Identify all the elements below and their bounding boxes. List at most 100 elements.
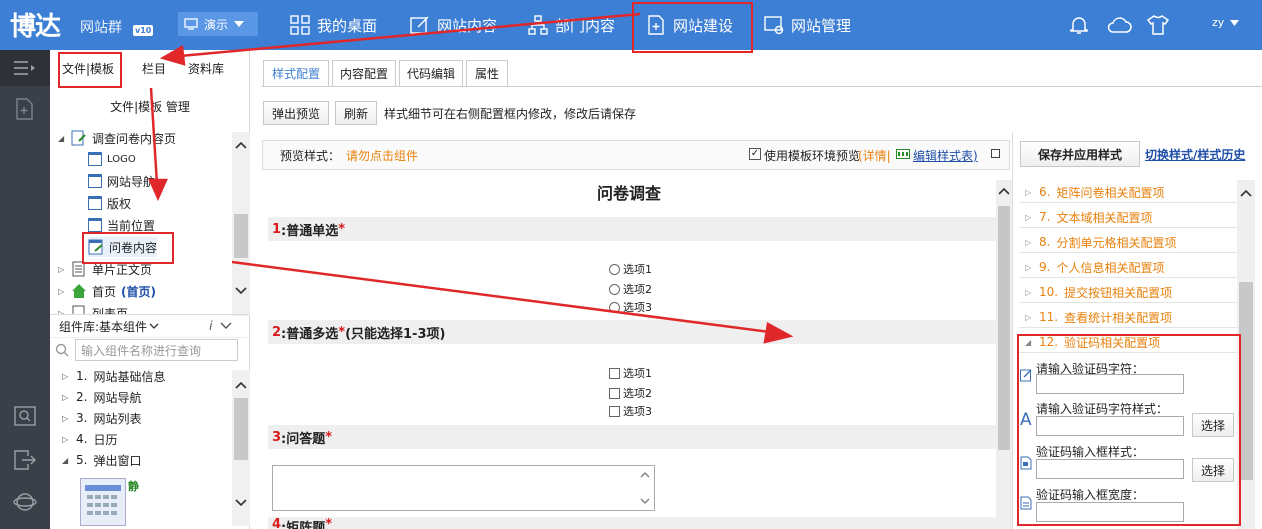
highlight-box-tree-node (82, 232, 174, 264)
tab-content-config[interactable]: 内容配置 (332, 60, 396, 87)
tree-node-logo[interactable]: LOGO (88, 149, 136, 169)
tab-library[interactable]: 资料库 (188, 60, 224, 77)
collapsed-triangle-icon: ▷ (1025, 212, 1032, 222)
export-icon[interactable] (14, 450, 36, 470)
question-number: 4 (272, 517, 282, 529)
tab-column[interactable]: 栏目 (142, 60, 166, 77)
radio-button[interactable] (609, 263, 620, 275)
component-page-icon (88, 152, 102, 166)
option-label: 选项2 (623, 283, 652, 296)
bell-icon[interactable] (1068, 14, 1090, 36)
new-page-icon[interactable] (15, 98, 35, 120)
radio-option[interactable]: 选项2 (609, 281, 652, 297)
tree-node-survey-page[interactable]: ◢ 调查问卷内容页 (58, 128, 176, 148)
nav-site-content[interactable]: 网站内容 (410, 0, 497, 50)
checkbox[interactable] (609, 405, 620, 417)
checkbox-option[interactable]: 选项3 (609, 403, 652, 419)
answer-textarea[interactable] (272, 465, 655, 511)
site-selector[interactable]: 演示 (178, 12, 258, 36)
option-label: 选项1 (623, 367, 652, 380)
preview-search-icon[interactable] (14, 406, 36, 426)
search-icon (55, 343, 69, 357)
shirt-icon[interactable] (1146, 14, 1170, 36)
checkbox[interactable] (609, 367, 620, 379)
config-item-personal-info[interactable]: ▷ 9. 个人信息相关配置项 (1019, 257, 1237, 278)
chevron-down-icon[interactable] (234, 286, 248, 296)
required-star: * (338, 221, 346, 237)
cloud-icon[interactable] (1106, 14, 1132, 36)
chevron-up-icon[interactable] (234, 380, 248, 390)
tree-node-copyright[interactable]: 版权 (88, 193, 131, 213)
switch-style-history-link[interactable]: 切换样式/样式历史 (1145, 146, 1245, 163)
config-label: 查看统计相关配置项 (1064, 310, 1173, 325)
component-lib-value: 基本组件 (99, 319, 148, 334)
tab-properties[interactable]: 属性 (466, 60, 508, 87)
chevron-up-icon[interactable] (1239, 188, 1253, 198)
sync-icon[interactable] (13, 490, 37, 514)
config-item-submit-button[interactable]: ▷ 10. 提交按钮相关配置项 (1019, 282, 1237, 303)
save-apply-style-button[interactable]: 保存并应用样式 (1020, 141, 1140, 167)
chevron-down-icon[interactable] (220, 322, 232, 330)
nav-label: 我的桌面 (317, 16, 378, 35)
thumbnail-grid-icon (85, 485, 121, 515)
checkbox-option[interactable]: 选项1 (609, 365, 652, 381)
nav-my-desktop[interactable]: 我的桌面 (290, 0, 377, 50)
info-icon[interactable]: i (209, 319, 212, 333)
chevron-down-icon[interactable] (234, 498, 248, 508)
left-panel-title: 文件|模板 管理 (110, 100, 190, 114)
radio-option[interactable]: 选项3 (609, 299, 652, 315)
component-scrollbar-thumb[interactable] (234, 398, 248, 460)
config-item-split-cell[interactable]: ▷ 8. 分割单元格相关配置项 (1019, 232, 1237, 253)
template-tree: ◢ 调查问卷内容页 LOGO 网站导航 版权 当前位置 问卷内容 ▷ 单片正文页… (50, 124, 232, 314)
chevron-up-icon[interactable] (234, 140, 248, 150)
tree-node-list-page[interactable]: ▷ 列表页 (58, 303, 128, 314)
textarea-scroll-arrows-icon[interactable] (639, 470, 651, 506)
maximize-icon[interactable] (991, 149, 1000, 158)
radio-option[interactable]: 选项1 (609, 261, 652, 277)
config-label: 提交按钮相关配置项 (1064, 285, 1173, 300)
nav-label: 部门内容 (555, 16, 616, 35)
brand-subtitle: 网站群 (80, 20, 122, 36)
component-item[interactable]: ▷ 1. 网站基础信息 (62, 366, 165, 386)
component-item[interactable]: ▷ 2. 网站导航 (62, 387, 141, 407)
survey-scrollbar-thumb[interactable] (998, 206, 1010, 450)
component-label: 网站基础信息 (93, 369, 166, 384)
config-item-view-stats[interactable]: ▷ 11. 查看统计相关配置项 (1019, 307, 1237, 328)
component-item[interactable]: ◢ 5. 弹出窗口 (62, 450, 141, 470)
config-scrollbar-thumb[interactable] (1239, 282, 1253, 480)
question-1-header: 1:普通单选 * (268, 217, 996, 241)
chevron-up-icon[interactable] (998, 186, 1010, 196)
tree-label: 首页 (92, 284, 117, 299)
collapsed-triangle-icon: ▷ (62, 413, 69, 423)
component-item[interactable]: ▷ 3. 网站列表 (62, 408, 141, 428)
popup-window-thumbnail[interactable] (80, 478, 126, 526)
details-link[interactable]: (详情| (858, 147, 891, 164)
option-label: 选项3 (623, 405, 652, 418)
component-item[interactable]: ▷ 4. 日历 (62, 429, 117, 449)
tree-label-suffix: (首页) (121, 284, 156, 299)
tab-style-config[interactable]: 样式配置 (263, 60, 329, 87)
edit-stylesheet-link[interactable]: 编辑样式表) (913, 147, 978, 164)
config-item-matrix[interactable]: ▷ 6. 矩阵问卷相关配置项 (1019, 182, 1237, 203)
tree-node-home[interactable]: ▷ 首页 (首页) (58, 281, 156, 301)
nav-site-manage[interactable]: 网站管理 (764, 0, 851, 50)
component-lib-bar[interactable]: 组件库: 基本组件 i (50, 314, 250, 338)
checkbox[interactable] (609, 387, 620, 399)
nav-dept-content[interactable]: 部门内容 (528, 0, 615, 50)
collapse-menu-icon[interactable] (13, 60, 37, 76)
tab-code-edit[interactable]: 代码编辑 (399, 60, 463, 87)
checkbox-option[interactable]: 选项2 (609, 385, 652, 401)
tree-node-nav[interactable]: 网站导航 (88, 171, 155, 191)
use-template-env-checkbox[interactable]: ✓ (749, 148, 761, 160)
component-search-input[interactable]: 输入组件名称进行查询 (75, 339, 238, 361)
radio-button[interactable] (609, 301, 620, 313)
tree-scrollbar-thumb[interactable] (234, 214, 248, 258)
config-label: 文本域相关配置项 (1056, 210, 1153, 225)
radio-button[interactable] (609, 283, 620, 295)
refresh-button[interactable]: 刷新 (335, 101, 377, 125)
use-template-env-label: 使用模板环境预览 (764, 149, 861, 163)
popup-preview-button[interactable]: 弹出预览 (263, 101, 329, 125)
config-item-textarea[interactable]: ▷ 7. 文本域相关配置项 (1019, 207, 1237, 228)
tab-divider (262, 86, 1262, 87)
user-menu[interactable]: zy (1212, 16, 1240, 29)
